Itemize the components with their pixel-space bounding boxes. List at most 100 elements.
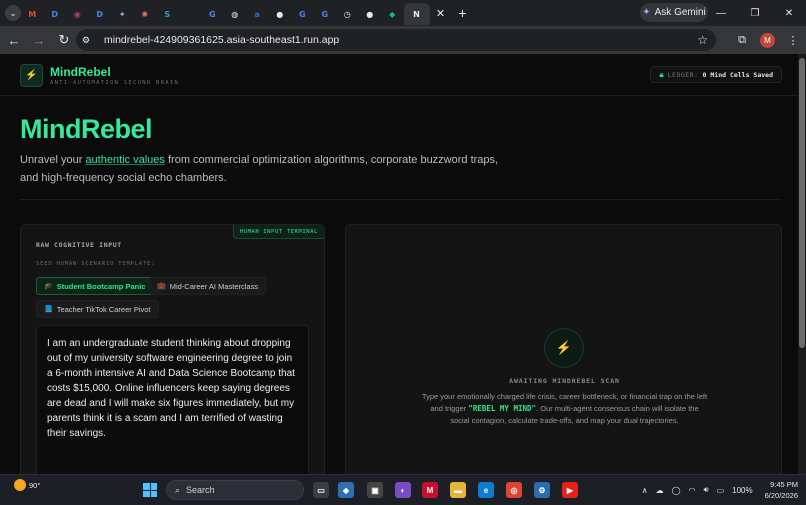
- taskbar-search[interactable]: ⌕ Search: [166, 480, 304, 500]
- graduation-cap-icon: 🎓: [44, 283, 53, 290]
- claude-icon: ✺: [141, 9, 149, 19]
- store-icon[interactable]: ◈: [338, 482, 354, 498]
- browser-tab[interactable]: N: [403, 3, 430, 25]
- ask-gemini-button[interactable]: ✦ Ask Gemini: [640, 3, 708, 22]
- browser-tab[interactable]: ●: [269, 3, 292, 25]
- awaiting-description: Type your emotionally charged life crisi…: [421, 391, 708, 427]
- address-bar[interactable]: ⚙ mindrebel-424909361625.asia-southeast1…: [76, 29, 716, 51]
- await-code: "REBEL MY MIND": [468, 404, 537, 413]
- hero-sub-highlight: authentic values: [85, 154, 165, 166]
- browser-tab[interactable]: G: [314, 3, 337, 25]
- chevron-up-icon[interactable]: ∧: [642, 486, 648, 495]
- gemini-icon: ✦: [642, 7, 651, 18]
- edge-icon[interactable]: e: [478, 482, 494, 498]
- input-text[interactable]: I am an undergraduate student thinking a…: [47, 336, 298, 441]
- whatsapp-icon[interactable]: ◯: [672, 486, 681, 495]
- page-scrollbar[interactable]: [798, 54, 806, 474]
- wifi-icon[interactable]: ◠: [689, 486, 696, 495]
- weather-widget[interactable]: 90°: [14, 479, 40, 491]
- chip-label: Student Bootcamp Panic: [56, 281, 146, 291]
- task-view-icon[interactable]: ▭: [313, 482, 329, 498]
- forward-icon[interactable]: →: [28, 33, 50, 48]
- tab-search-button[interactable]: ⌄: [5, 5, 21, 21]
- widgets-icon[interactable]: ▣: [367, 482, 383, 498]
- browser-tab[interactable]: S: [156, 3, 179, 25]
- hero-sub-pre: Unravel your: [20, 154, 86, 166]
- new-tab-icon[interactable]: +: [452, 5, 474, 21]
- cloud-icon[interactable]: ☁: [656, 486, 664, 495]
- restore-icon[interactable]: ❐: [738, 8, 772, 19]
- search-placeholder: Search: [186, 485, 215, 495]
- browser-tab[interactable]: G: [291, 3, 314, 25]
- bookmark-star-icon[interactable]: ☆: [697, 33, 708, 47]
- browser-tab[interactable]: ✦: [111, 3, 134, 25]
- template-chip-midcareer[interactable]: 💼 Mid-Career AI Masterclass: [149, 277, 267, 295]
- d-icon: D: [51, 9, 59, 19]
- youtube-icon[interactable]: ▶: [562, 482, 578, 498]
- ask-gemini-label: Ask Gemini: [654, 7, 706, 18]
- taskbar: 90° ⌕ Search ▭ ◈ ▣ ◐ M ▬ e ◎ ⚙ ▶ ∧ ☁ ◯ ◠…: [0, 474, 806, 504]
- profile-avatar[interactable]: M: [760, 32, 775, 48]
- raw-input-label: RAW COGNITIVE INPUT: [36, 241, 122, 249]
- mcafee-icon[interactable]: M: [422, 482, 438, 498]
- url-text[interactable]: mindrebel-424909361625.asia-southeast1.r…: [104, 34, 339, 46]
- cognitive-input-textarea[interactable]: I am an undergraduate student thinking a…: [36, 325, 309, 474]
- system-tray: ∧ ☁ ◯ ◠ 🔊︎ ▭ 100% 9:45 PM 6/20/2026: [642, 475, 798, 505]
- bot-icon: ◍: [231, 9, 239, 19]
- chrome-icon[interactable]: ◎: [506, 482, 522, 498]
- chip-label: Mid-Career AI Masterclass: [169, 281, 259, 291]
- close-window-icon[interactable]: ✕: [772, 8, 806, 19]
- ledger-value: 0 Mind Cells Saved: [702, 70, 773, 79]
- google-icon: G: [321, 9, 329, 19]
- browser-tab[interactable]: ◉: [66, 3, 89, 25]
- browser-tab[interactable]: M: [21, 3, 44, 25]
- settings-icon[interactable]: ⚙: [534, 482, 550, 498]
- template-chip-teacher[interactable]: 📘 Teacher TikTok Career Pivot: [36, 300, 159, 318]
- github-icon: ●: [276, 9, 284, 19]
- clock[interactable]: 9:45 PM 6/20/2026: [765, 479, 798, 501]
- diamond-icon: ◆: [389, 9, 396, 19]
- close-tab-icon[interactable]: ✕: [430, 7, 452, 20]
- battery-icon[interactable]: ▭: [717, 486, 725, 495]
- file-explorer-icon[interactable]: ▬: [450, 482, 466, 498]
- search-icon: ⌕: [175, 484, 181, 495]
- blank-icon: [184, 8, 196, 20]
- browser-tab[interactable]: D: [89, 3, 112, 25]
- temperature: 90°: [29, 480, 41, 490]
- scrollbar-thumb[interactable]: [799, 58, 805, 348]
- browser-tab[interactable]: ◷: [336, 3, 359, 25]
- browser-tab[interactable]: ◍: [224, 3, 247, 25]
- minimize-icon[interactable]: —: [704, 8, 738, 19]
- browser-tab[interactable]: ◆: [381, 3, 404, 25]
- weather-sun-icon: [14, 479, 26, 491]
- browser-tab[interactable]: ●: [359, 3, 382, 25]
- hero-title: MindRebel: [20, 114, 153, 144]
- gemini-icon: ✦: [118, 9, 126, 19]
- extensions-icon[interactable]: ⧉: [729, 34, 755, 47]
- browser-tab[interactable]: D: [44, 3, 67, 25]
- d-icon: D: [96, 9, 104, 19]
- back-icon[interactable]: ←: [3, 33, 25, 48]
- seed-template-label: SEED HUMAN SCENARIO TEMPLATE:: [36, 261, 156, 267]
- browser-tab[interactable]: G: [201, 3, 224, 25]
- browser-toolbar: ← → ↻ ⚙ mindrebel-424909361625.asia-sout…: [0, 26, 806, 54]
- briefcase-icon: 💼: [157, 283, 166, 290]
- battery-percent: 100%: [732, 485, 753, 495]
- awaiting-title: AWAITING MINDREBEL SCAN: [509, 377, 620, 385]
- browser-tab[interactable]: [179, 3, 202, 25]
- browser-tab[interactable]: ✺: [134, 3, 157, 25]
- site-info-icon[interactable]: ⚙: [82, 35, 96, 46]
- start-button[interactable]: [143, 483, 157, 497]
- s-icon: S: [164, 9, 171, 19]
- copilot-icon[interactable]: ◐: [395, 482, 411, 498]
- clock-date: 6/20/2026: [764, 491, 798, 500]
- template-chip-student[interactable]: 🎓 Student Bootcamp Panic: [36, 277, 154, 295]
- volume-icon[interactable]: 🔊︎: [704, 485, 709, 495]
- gmail-icon: M: [28, 9, 37, 19]
- page-content: ⚡ MindRebel ANTI-AUTOMATION SECOND BRAIN…: [0, 54, 798, 474]
- menu-dots-icon[interactable]: ⋮: [780, 34, 806, 47]
- browser-tab[interactable]: a: [246, 3, 269, 25]
- reload-icon[interactable]: ↻: [53, 32, 75, 48]
- notion-icon: N: [413, 9, 420, 19]
- brand-tagline: ANTI-AUTOMATION SECOND BRAIN: [50, 80, 180, 86]
